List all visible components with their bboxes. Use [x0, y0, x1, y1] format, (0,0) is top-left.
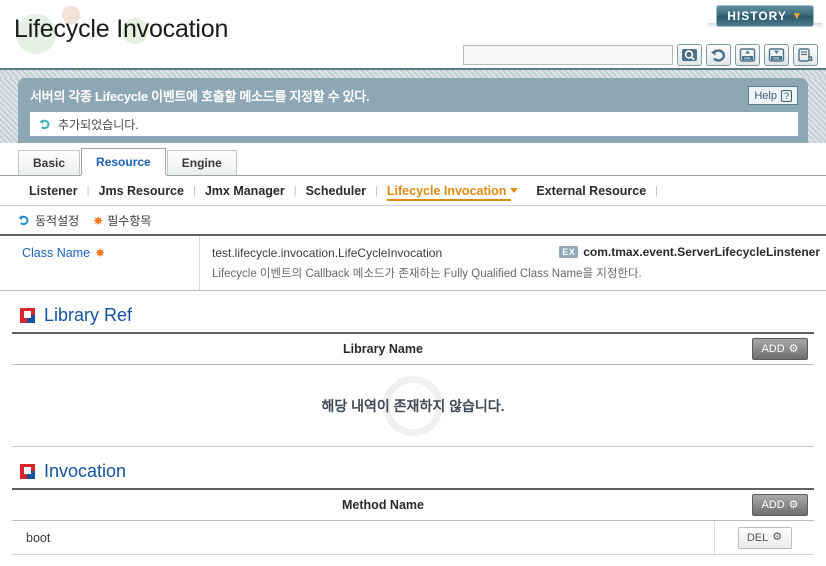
- library-ref-table-header: Library Name ADD ⚙: [12, 334, 814, 365]
- del-label: DEL: [746, 531, 769, 544]
- subnav-item-listener[interactable]: Listener: [20, 176, 87, 206]
- column-header-method-name: Method Name: [342, 498, 424, 512]
- search-input[interactable]: [463, 45, 673, 65]
- notice-panel: 서버의 각종 Lifecycle 이벤트에 호출할 메소드를 지정할 수 있다.…: [18, 78, 808, 143]
- subnav-item-external-resource[interactable]: External Resource: [527, 176, 655, 206]
- property-label-cell: Class Name ✸: [0, 236, 200, 290]
- xml-upload-icon[interactable]: XML: [735, 44, 760, 66]
- section-marker-icon: [20, 308, 35, 323]
- property-table: Class Name ✸ test.lifecycle.invocation.L…: [0, 234, 826, 291]
- subnav-separator: |: [655, 184, 659, 197]
- gear-plus-icon: ⚙: [788, 342, 799, 355]
- subnav-item-lifecycle-invocation[interactable]: Lifecycle Invocation: [378, 176, 527, 206]
- subnav-item-jms-resource[interactable]: Jms Resource: [90, 176, 193, 206]
- history-button[interactable]: HISTORY ▼: [716, 5, 814, 27]
- refresh-icon: [18, 215, 29, 226]
- invocation-header: Invocation: [12, 447, 814, 488]
- tab-basic[interactable]: Basic: [18, 150, 81, 175]
- library-ref-empty-state: 해당 내역이 존재하지 않습니다.: [12, 365, 814, 447]
- subnav-item-scheduler[interactable]: Scheduler: [297, 176, 375, 206]
- status-message: 추가되었습니다.: [30, 112, 798, 136]
- section-marker-icon: [20, 464, 35, 479]
- library-ref-section: Library Ref Library Name ADD ⚙ 해당 내역이 존재…: [0, 291, 826, 447]
- legend-dynamic-label: 동적설정: [35, 214, 80, 228]
- asterisk-icon: ✸: [95, 246, 106, 260]
- table-row[interactable]: boot DEL ⚙: [12, 520, 814, 555]
- notice-region: 서버의 각종 Lifecycle 이벤트에 호출할 메소드를 지정할 수 있다.…: [0, 78, 826, 143]
- property-example: EX com.tmax.event.ServerLifecycleLinsten…: [559, 245, 820, 259]
- page-title: Lifecycle Invocation: [14, 15, 229, 43]
- refresh-icon[interactable]: [706, 44, 731, 66]
- question-mark-icon: ?: [780, 89, 792, 102]
- chevron-down-icon: ▼: [791, 10, 803, 22]
- property-description: Lifecycle 이벤트의 Callback 메소드가 존재하는 Fully …: [212, 268, 642, 280]
- column-header-library-name: Library Name: [343, 342, 423, 356]
- library-ref-header: Library Ref: [12, 291, 814, 332]
- invocation-table-header: Method Name ADD ⚙: [12, 490, 814, 521]
- subnav-item-label: Lifecycle Invocation: [386, 183, 507, 198]
- help-label: Help: [754, 89, 777, 102]
- svg-text:XML: XML: [744, 56, 751, 60]
- example-value: com.tmax.event.ServerLifecycleLinstener: [583, 245, 820, 259]
- property-value-cell: test.lifecycle.invocation.LifeCycleInvoc…: [200, 236, 826, 290]
- example-badge: EX: [559, 246, 579, 258]
- add-label: ADD: [761, 499, 785, 511]
- xml-download-icon[interactable]: XML: [764, 44, 789, 66]
- search-icon[interactable]: [677, 44, 702, 66]
- main-tab-bar: Basic Resource Engine: [0, 143, 826, 176]
- row-action-cell: DEL ⚙: [714, 520, 814, 555]
- svg-text:XML: XML: [773, 56, 780, 60]
- legend-row: 동적설정 ✸ 필수항목: [0, 206, 826, 234]
- tab-engine[interactable]: Engine: [166, 150, 237, 175]
- legend-required: ✸ 필수항목: [93, 212, 151, 229]
- page-header: Lifecycle Invocation HISTORY ▼ XML XML: [0, 0, 826, 68]
- method-name-cell: boot: [26, 530, 51, 545]
- subnav-item-jmx-manager[interactable]: Jmx Manager: [196, 176, 294, 206]
- property-label: Class Name: [22, 246, 91, 260]
- chevron-down-icon[interactable]: [510, 188, 519, 193]
- sub-nav-bar: Listener | Jms Resource | Jmx Manager | …: [0, 176, 826, 206]
- status-text: 추가되었습니다.: [58, 117, 139, 132]
- add-library-button[interactable]: ADD ⚙: [752, 338, 808, 360]
- export-doc-icon[interactable]: [793, 44, 818, 66]
- invocation-section: Invocation Method Name ADD ⚙ boot DEL ⚙: [0, 447, 826, 555]
- legend-dynamic-config: 동적설정: [18, 212, 79, 229]
- library-ref-title: Library Ref: [44, 305, 133, 325]
- header-toolbar: XML XML: [463, 44, 818, 66]
- history-label: HISTORY: [727, 9, 787, 23]
- add-invocation-button[interactable]: ADD ⚙: [752, 494, 808, 516]
- help-button[interactable]: Help ?: [748, 86, 798, 105]
- asterisk-icon: ✸: [93, 213, 104, 228]
- delete-invocation-button[interactable]: DEL ⚙: [737, 526, 792, 549]
- legend-required-label: 필수항목: [107, 214, 152, 228]
- gear-minus-icon: ⚙: [772, 531, 783, 543]
- add-label: ADD: [761, 343, 785, 355]
- invocation-title: Invocation: [44, 461, 127, 481]
- header-divider-band: [0, 68, 826, 78]
- tab-resource[interactable]: Resource: [81, 148, 166, 175]
- notice-title: 서버의 각종 Lifecycle 이벤트에 호출할 메소드를 지정할 수 있다.: [30, 89, 370, 104]
- empty-state-text: 해당 내역이 존재하지 않습니다.: [321, 397, 505, 414]
- gear-plus-icon: ⚙: [788, 498, 799, 511]
- refresh-icon: [39, 118, 50, 129]
